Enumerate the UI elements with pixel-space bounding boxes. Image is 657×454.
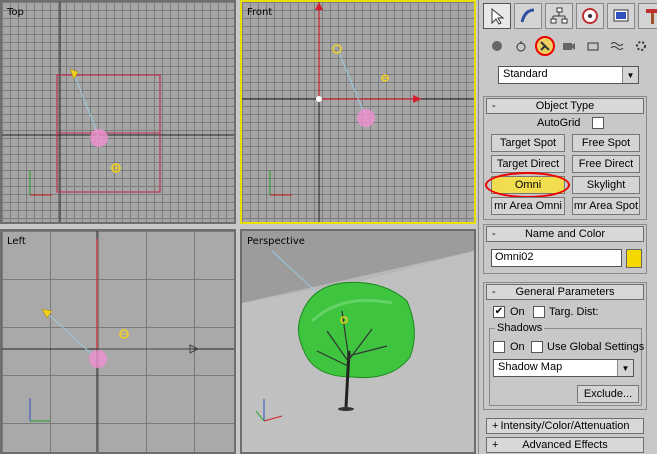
light-on-label: On <box>510 306 525 318</box>
use-global-label: Use Global Settings <box>547 341 645 353</box>
chevron-down-icon: ▼ <box>622 67 638 83</box>
hierarchy-icon[interactable] <box>545 3 573 29</box>
viewport-label-perspective: Perspective <box>247 236 305 247</box>
left-scene <box>2 231 234 452</box>
object-type-header[interactable]: - Object Type <box>486 98 644 114</box>
target-spot-button[interactable]: Target Spot <box>491 134 565 152</box>
top-scene <box>2 2 234 222</box>
shadows-label: Shadows <box>495 322 545 334</box>
general-parameters-header[interactable]: - General Parameters <box>486 284 644 300</box>
intensity-color-attenuation-title: Intensity/Color/Attenuation <box>500 420 630 432</box>
intensity-color-attenuation-header[interactable]: + Intensity/Color/Attenuation <box>486 418 644 434</box>
viewport-label-top: Top <box>7 7 24 18</box>
chevron-down-icon: ▼ <box>617 360 633 376</box>
free-direct-button[interactable]: Free Direct <box>572 155 640 173</box>
modify-icon[interactable] <box>514 3 542 29</box>
name-color-header[interactable]: - Name and Color <box>486 226 644 242</box>
command-tabs <box>483 3 657 29</box>
cameras-icon[interactable] <box>559 36 579 56</box>
autogrid-label: AutoGrid <box>537 117 581 129</box>
advanced-effects-title: Advanced Effects <box>522 439 608 451</box>
advanced-effects-header[interactable]: + Advanced Effects <box>486 437 644 453</box>
shadow-type-value: Shadow Map <box>498 361 563 373</box>
motion-icon[interactable] <box>576 3 604 29</box>
utilities-icon[interactable] <box>638 3 657 29</box>
viewport-label-left: Left <box>7 236 26 247</box>
targeted-checkbox[interactable] <box>533 306 545 318</box>
mr-area-spot-button[interactable]: mr Area Spot <box>572 197 640 215</box>
viewport-left[interactable]: Left <box>0 229 236 454</box>
create-icon[interactable] <box>483 3 511 29</box>
object-name-field[interactable]: Omni02 <box>491 249 622 267</box>
shapes-icon[interactable] <box>511 36 531 56</box>
subtype-dropdown[interactable]: Standard ▼ <box>498 66 639 84</box>
skylight-button[interactable]: Skylight <box>572 176 640 194</box>
object-type-title: Object Type <box>535 100 595 112</box>
autogrid-checkbox[interactable] <box>592 117 604 129</box>
targ-dist-label: Targ. Dist: <box>549 306 599 318</box>
exclude-button[interactable]: Exclude... <box>577 385 639 403</box>
target-direct-button[interactable]: Target Direct <box>491 155 565 173</box>
spacewarps-icon[interactable] <box>607 36 627 56</box>
light-on-checkbox[interactable]: ✔ <box>493 306 505 318</box>
helpers-icon[interactable] <box>583 36 603 56</box>
viewport-perspective[interactable]: Perspective <box>240 229 476 454</box>
viewport-top[interactable]: Top <box>0 0 236 224</box>
general-parameters-title: General Parameters <box>515 286 615 298</box>
perspective-scene <box>242 250 474 452</box>
front-scene <box>242 2 474 222</box>
category-icons <box>487 36 651 56</box>
shadow-type-dropdown[interactable]: Shadow Map ▼ <box>493 359 634 377</box>
shadow-on-checkbox[interactable] <box>493 341 505 353</box>
highlight-ring <box>485 172 570 198</box>
viewport-front[interactable]: Front <box>240 0 476 224</box>
free-spot-button[interactable]: Free Spot <box>572 134 640 152</box>
geometry-icon[interactable] <box>487 36 507 56</box>
color-swatch[interactable] <box>626 249 642 268</box>
name-color-title: Name and Color <box>524 228 606 240</box>
systems-icon[interactable] <box>631 36 651 56</box>
shadow-on-label: On <box>510 341 525 353</box>
subtype-value: Standard <box>503 68 548 80</box>
display-icon[interactable] <box>607 3 635 29</box>
lights-icon[interactable] <box>535 36 555 56</box>
mr-area-omni-button[interactable]: mr Area Omni <box>491 197 565 215</box>
use-global-checkbox[interactable] <box>531 341 543 353</box>
viewport-label-front: Front <box>247 7 273 18</box>
